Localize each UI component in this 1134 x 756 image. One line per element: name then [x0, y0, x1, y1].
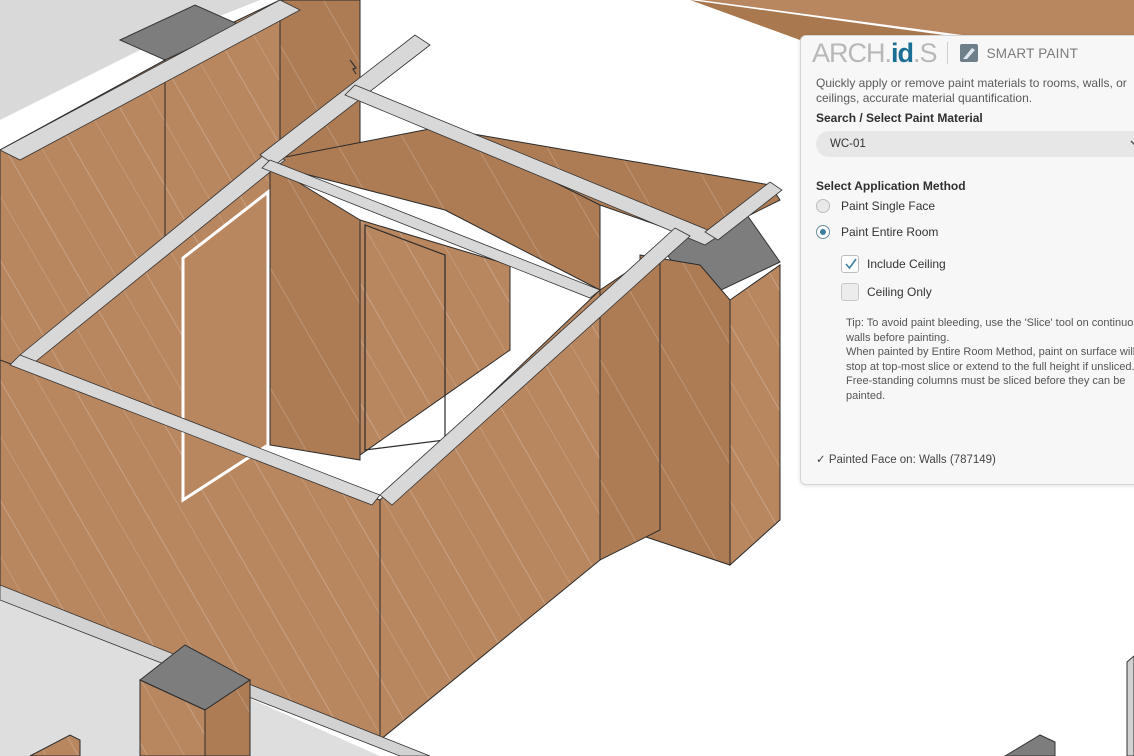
- option-paint-single-face[interactable]: Paint Single Face: [816, 197, 935, 215]
- radio-paint-entire-room[interactable]: [816, 225, 830, 239]
- column-far-right: [1126, 655, 1134, 756]
- archids-logo: ARCH.id.S: [812, 38, 938, 68]
- column-bottom-right: [1004, 734, 1056, 756]
- option-include-ceiling[interactable]: Include Ceiling: [841, 255, 946, 273]
- status-text: ✓ Painted Face on: Walls (787149): [816, 454, 996, 466]
- wall-room-inner: [269, 164, 361, 461]
- option-label: Paint Single Face: [841, 199, 936, 213]
- option-label: Ceiling Only: [867, 285, 932, 299]
- material-select[interactable]: WC-01: [816, 131, 1134, 157]
- radio-paint-single-face[interactable]: [816, 199, 830, 213]
- tip-text: Tip: To avoid paint bleeding, use the 'S…: [846, 317, 1134, 402]
- smart-paint-panel: ARCH.id.S SMART PAINT Quickly apply or r…: [800, 35, 1134, 485]
- option-label: Include Ceiling: [867, 257, 946, 271]
- panel-title: SMART PAINT: [986, 45, 1079, 61]
- checkmark-icon: [845, 258, 857, 270]
- application-method-label: Select Application Method: [816, 179, 966, 193]
- smart-paint-icon: [959, 44, 978, 62]
- option-paint-entire-room[interactable]: Paint Entire Room: [816, 223, 938, 241]
- option-label: Paint Entire Room: [841, 225, 939, 239]
- header-divider: [946, 42, 948, 64]
- option-ceiling-only[interactable]: Ceiling Only: [841, 283, 932, 301]
- checkbox-ceiling-only[interactable]: [841, 283, 859, 301]
- panel-description: Quickly apply or remove paint materials …: [816, 76, 1127, 105]
- checkbox-include-ceiling[interactable]: [841, 255, 859, 273]
- chevron-down-icon: [1130, 140, 1134, 146]
- search-material-label: Search / Select Paint Material: [816, 111, 983, 125]
- wall-right-column-face: [729, 264, 781, 567]
- material-select-value: WC-01: [830, 138, 866, 150]
- panel-header: ARCH.id.S SMART PAINT: [812, 38, 1078, 68]
